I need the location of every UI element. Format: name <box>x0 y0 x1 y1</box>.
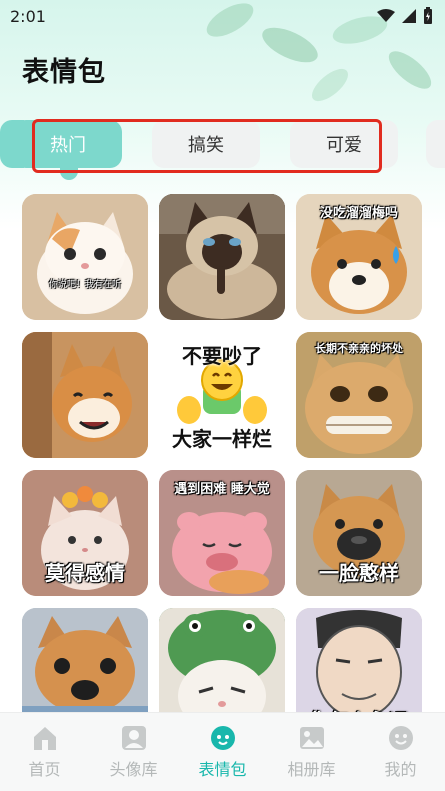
signal-icon <box>402 9 416 23</box>
nav-profile[interactable]: 我的 <box>361 724 441 780</box>
nav-label: 我的 <box>384 760 417 779</box>
sticker-caption: 长期不亲亲的坏处 <box>315 342 403 355</box>
nav-label: 头像库 <box>109 760 158 779</box>
sticker-card[interactable]: 长期不亲亲的坏处 <box>296 332 422 458</box>
nav-avatar-library[interactable]: 头像库 <box>94 724 174 780</box>
avatar-icon <box>121 726 146 750</box>
sticker-card[interactable] <box>22 332 148 458</box>
sticker-caption: 遇到困难 睡大觉 <box>174 482 270 497</box>
sticker-card[interactable]: 不要吵了 大家一样烂 <box>159 332 285 458</box>
nav-album-library[interactable]: 相册库 <box>272 724 352 780</box>
shiba-smile-image <box>22 332 148 458</box>
sticker-caption: 没吃溜溜梅吗 <box>319 206 398 221</box>
album-icon <box>299 727 324 749</box>
tab-overflow-edge[interactable] <box>426 120 445 168</box>
sticker-caption: 大家一样烂 <box>172 427 272 451</box>
sticker-card[interactable] <box>159 194 285 320</box>
wifi-icon <box>377 9 395 22</box>
nav-label: 首页 <box>28 760 61 779</box>
battery-icon <box>424 7 432 24</box>
annotation-highlight-box <box>32 119 382 173</box>
bottom-navigation: 首页 头像库 表情包 相册库 我的 <box>0 712 445 791</box>
sticker-caption: 莫得感情 <box>45 561 125 585</box>
nav-home[interactable]: 首页 <box>5 724 85 780</box>
nav-stickers[interactable]: 表情包 <box>183 724 263 780</box>
sticker-card[interactable]: 你说吧！我有在听 <box>22 194 148 320</box>
cat-siamese-image <box>159 194 285 320</box>
status-bar: 2:01 <box>0 0 445 32</box>
nav-label: 相册库 <box>287 760 336 779</box>
cat-white-orange-image <box>22 194 148 320</box>
sticker-icon <box>210 726 235 750</box>
sticker-card[interactable]: 遇到困难 睡大觉 <box>159 470 285 596</box>
sticker-caption: 你说吧！我有在听 <box>48 280 121 290</box>
status-icons <box>377 7 433 25</box>
home-icon <box>33 727 56 750</box>
sticker-caption: 不要吵了 <box>182 344 262 368</box>
nav-label: 表情包 <box>198 760 247 779</box>
sticker-card[interactable]: 没吃溜溜梅吗 <box>296 194 422 320</box>
sticker-caption: 一脸憨样 <box>319 561 399 585</box>
page-title: 表情包 <box>22 57 106 88</box>
profile-icon <box>388 726 413 750</box>
status-time: 2:01 <box>10 6 46 26</box>
sticker-card[interactable]: 莫得感情 <box>22 470 148 596</box>
sticker-grid: 你说吧！我有在听 没吃溜溜梅吗 不要吵了 大家一样烂 长期不亲亲的坏处 莫得感情… <box>22 194 423 734</box>
sticker-card[interactable]: 一脸憨样 <box>296 470 422 596</box>
